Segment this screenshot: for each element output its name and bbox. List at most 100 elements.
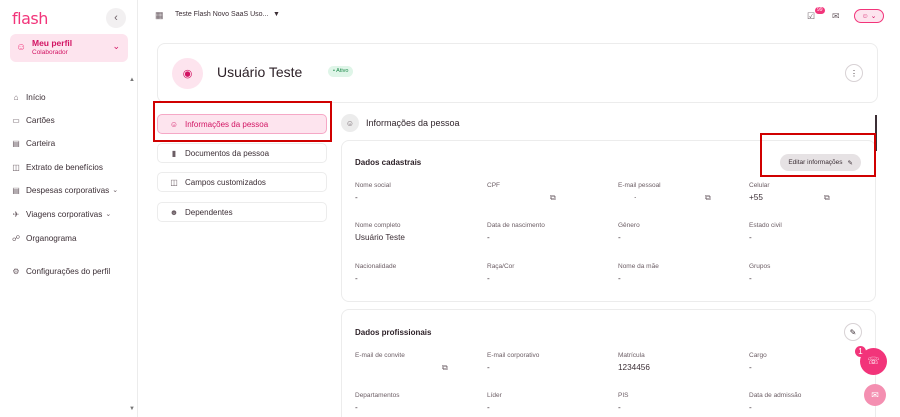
field-value: - [487,233,490,242]
dados-profissionais-card: Dados profissionais ✎ E-mail de convite … [341,309,876,417]
caret-down-icon[interactable]: ▼ [273,11,280,18]
sidebar-item-carteira[interactable]: ▤ Carteira [10,135,55,151]
highlight-box-edit [760,133,876,177]
support-count-badge: 1 [855,346,866,357]
sidebar-item-label: Organograma [26,233,77,243]
field-value: - [355,193,358,202]
users-icon: ☻ [169,207,179,217]
person-icon: ☺ [16,42,27,53]
field-value: 1234456 [618,363,650,372]
field-label: Data de nascimento [487,222,545,229]
field-label: Gênero [618,222,640,229]
field-label: E-mail de convite [355,352,405,359]
field-label: Nome da mãe [618,263,659,270]
field-value: - [749,274,752,283]
field-label: Cargo [749,352,767,359]
statement-icon: ◫ [12,162,20,172]
profile-role: Colaborador [32,49,68,56]
field-label: Departamentos [355,392,400,399]
company-selector[interactable]: Teste Flash Novo SaaS Uso... [175,11,268,18]
field-label: PIS [618,392,629,399]
field-label: Líder [487,392,502,399]
chevron-down-icon: ⌄ [112,41,120,51]
chevron-down-icon: ⌄ [105,211,112,218]
sidebar-item-label: Início [26,92,46,102]
field-value: - [487,274,490,283]
card-icon: ▭ [12,115,20,125]
building-icon: ▦ [155,10,164,20]
field-label: E-mail corporativo [487,352,540,359]
user-menu-button[interactable]: ☺ ⌄ [854,9,884,23]
scroll-down-arrow[interactable]: ▼ [129,406,135,412]
home-icon: ⌂ [13,92,19,102]
sidebar: flash ‹ ☺ Meu perfil Colaborador ⌄ ▲ ⌂ I… [0,0,138,417]
receipt-icon: ▤ [12,185,20,195]
copy-icon[interactable]: ⧉ [442,363,448,373]
collapse-sidebar-button[interactable]: ‹ [106,8,126,28]
sidebar-item-label: Viagens corporativas [26,209,103,219]
sidebar-item-label: Extrato de benefícios [26,162,103,172]
flash-logo[interactable]: flash [12,9,48,28]
sidebar-item-organograma[interactable]: ☍ Organograma [10,230,77,246]
camera-add-icon[interactable]: ◉ [172,58,203,89]
field-label: Estado civil [749,222,782,229]
field-value: - [355,274,358,283]
plane-icon: ✈ [12,209,20,219]
copy-icon[interactable]: ⧉ [550,193,556,203]
field-value: +55 [749,193,763,202]
headset-icon: ☏ [867,356,880,367]
gear-icon: ⚙ [12,266,20,276]
tab-label: Campos customizados [185,177,266,187]
sidebar-item-inicio[interactable]: ⌂ Início [10,89,46,105]
card-title: Dados cadastrais [355,158,422,167]
field-value: - [749,233,752,242]
field-label: Celular [749,182,770,189]
sidebar-item-label: Cartões [26,115,55,125]
field-label: CPF [487,182,500,189]
field-label: Matrícula [618,352,645,359]
sidebar-item-despesas[interactable]: ▤ Despesas corporativas ⌄ [10,182,118,198]
pencil-icon: ✎ [849,327,857,337]
field-value: - [618,403,621,412]
tasks-icon[interactable]: ☑ [807,11,815,22]
field-label: Nome completo [355,222,401,229]
chat-button[interactable]: ✉ [864,384,886,406]
field-label: Grupos [749,263,771,270]
page-title: Usuário Teste [217,64,303,80]
scroll-up-arrow[interactable]: ▲ [129,77,135,83]
user-circle-icon: ☺ [861,12,869,20]
field-label: E-mail pessoal [618,182,661,189]
org-chart-icon: ☍ [11,233,21,243]
mail-icon[interactable]: ✉ [832,11,840,22]
tab-dependentes[interactable]: ☻ Dependentes [157,202,327,222]
profile-selector[interactable]: ☺ Meu perfil Colaborador ⌄ [10,34,128,62]
field-label: Data de admissão [749,392,802,399]
sidebar-item-extrato[interactable]: ◫ Extrato de benefícios [10,159,103,175]
more-options-button[interactable]: ⋮ [845,64,863,82]
sidebar-item-cartoes[interactable]: ▭ Cartões [10,112,55,128]
person-icon: ☺ [341,114,359,132]
sidebar-item-configuracoes[interactable]: ⚙ Configurações do perfil [10,263,110,279]
edit-professional-button[interactable]: ✎ [844,323,862,341]
chat-icon: ✉ [871,389,879,400]
folder-icon: ▮ [171,148,177,158]
field-value: Usuário Teste [355,233,405,242]
field-label: Raça/Cor [487,263,515,270]
chevron-down-icon: ⌄ [112,187,119,194]
copy-icon[interactable]: ⧉ [705,193,711,203]
tab-label: Dependentes [185,207,233,217]
field-label: Nacionalidade [355,263,397,270]
field-value: - [487,363,490,372]
sidebar-item-label: Configurações do perfil [26,266,111,276]
chevron-down-icon: ⌄ [870,13,877,20]
section-title: Informações da pessoa [366,118,460,128]
tab-campos-customizados[interactable]: ◫ Campos customizados [157,172,327,192]
sidebar-item-viagens[interactable]: ✈ Viagens corporativas ⌄ [10,206,112,222]
copy-icon[interactable]: ⧉ [824,193,830,203]
field-value: - [618,233,621,242]
tab-documentos-pessoa[interactable]: ▮ Documentos da pessoa [157,143,327,163]
field-value: - [749,403,752,412]
custom-fields-icon: ◫ [170,177,178,187]
profile-name: Meu perfil [32,38,73,48]
field-label: Nome social [355,182,391,189]
